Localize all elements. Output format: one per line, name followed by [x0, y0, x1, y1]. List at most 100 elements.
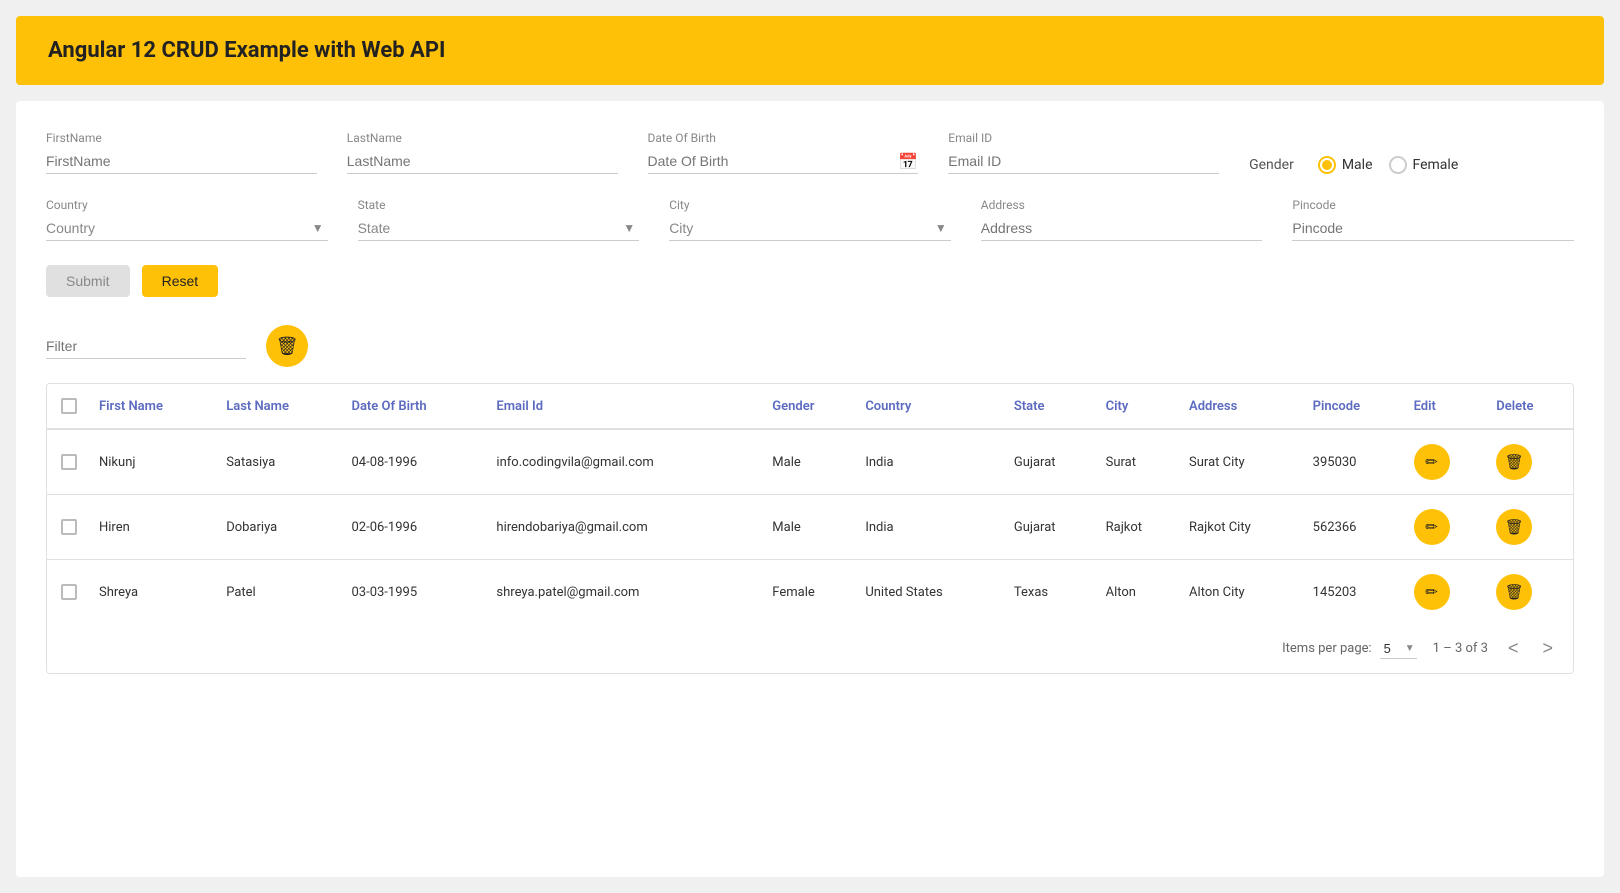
cell-lastname: Dobariya [218, 495, 343, 560]
form-row-1: FirstName LastName Date Of Birth 📅 Email… [46, 131, 1574, 174]
main-content: FirstName LastName Date Of Birth 📅 Email… [16, 101, 1604, 877]
gender-female-option[interactable]: Female [1389, 156, 1459, 174]
table-body: Nikunj Satasiya 04-08-1996 info.codingvi… [47, 429, 1573, 624]
cell-edit: ✏ [1406, 495, 1489, 560]
address-label: Address [981, 198, 1263, 212]
cell-city: Surat [1098, 429, 1181, 495]
cell-country: India [857, 495, 1006, 560]
city-label: City [669, 198, 951, 212]
firstname-label: FirstName [46, 131, 317, 145]
data-table: First Name Last Name Date Of Birth Email… [47, 384, 1573, 624]
gender-female-label: Female [1413, 157, 1459, 173]
cell-dob: 02-06-1996 [343, 495, 488, 560]
col-gender: Gender [764, 384, 857, 429]
row-checkbox-2[interactable] [61, 584, 77, 600]
edit-button-2[interactable]: ✏ [1414, 574, 1450, 610]
cell-address: Alton City [1181, 560, 1305, 625]
filter-input[interactable] [46, 334, 246, 359]
cell-pincode: 145203 [1305, 560, 1406, 625]
data-table-container: First Name Last Name Date Of Birth Email… [46, 383, 1574, 674]
delete-button-1[interactable]: 🗑 [1496, 509, 1532, 545]
country-select[interactable]: Country India United States [46, 216, 328, 240]
filter-row: 🗑 [46, 325, 1574, 367]
lastname-input[interactable] [347, 149, 618, 174]
cell-email: info.codingvila@gmail.com [488, 429, 764, 495]
state-select[interactable]: State Gujarat Texas [358, 216, 640, 240]
cell-state: Gujarat [1006, 495, 1098, 560]
pagination-row: Items per page: 5 10 25 ▼ 1 – 3 of 3 < > [47, 624, 1573, 673]
cell-pincode: 395030 [1305, 429, 1406, 495]
cell-firstname: Nikunj [91, 429, 218, 495]
country-field: Country Country India United States ▼ [46, 198, 328, 241]
prev-page-button[interactable]: < [1504, 636, 1523, 661]
dob-wrapper: 📅 [648, 149, 919, 174]
cell-firstname: Shreya [91, 560, 218, 625]
gender-field: Gender Male Female [1249, 156, 1574, 174]
submit-button[interactable]: Submit [46, 265, 130, 297]
dob-field: Date Of Birth 📅 [648, 131, 919, 174]
calendar-icon: 📅 [898, 152, 918, 171]
city-select[interactable]: City Surat Rajkot Alton [669, 216, 951, 240]
cell-firstname: Hiren [91, 495, 218, 560]
edit-button-0[interactable]: ✏ [1414, 444, 1450, 480]
row-checkbox-0[interactable] [61, 454, 77, 470]
gender-male-label: Male [1342, 157, 1373, 173]
edit-button-1[interactable]: ✏ [1414, 509, 1450, 545]
cell-dob: 04-08-1996 [343, 429, 488, 495]
cell-email: hirendobariya@gmail.com [488, 495, 764, 560]
lastname-label: LastName [347, 131, 618, 145]
firstname-input[interactable] [46, 149, 317, 174]
country-label: Country [46, 198, 328, 212]
header-checkbox-col [47, 384, 91, 429]
select-all-checkbox[interactable] [61, 398, 77, 414]
form-row-2: Country Country India United States ▼ St… [46, 198, 1574, 241]
address-input[interactable] [981, 216, 1263, 241]
cell-gender: Female [764, 560, 857, 625]
city-select-wrapper: City Surat Rajkot Alton ▼ [669, 216, 951, 241]
address-field: Address [981, 198, 1263, 241]
row-checkbox-cell [47, 429, 91, 495]
cell-address: Surat City [1181, 429, 1305, 495]
col-lastname: Last Name [218, 384, 343, 429]
row-checkbox-cell [47, 495, 91, 560]
pincode-input[interactable] [1292, 216, 1574, 241]
table-header: First Name Last Name Date Of Birth Email… [47, 384, 1573, 429]
gender-male-radio[interactable] [1318, 156, 1336, 174]
delete-button-2[interactable]: 🗑 [1496, 574, 1532, 610]
pincode-field: Pincode [1292, 198, 1574, 241]
dob-input[interactable] [648, 149, 899, 173]
cell-delete: 🗑 [1488, 429, 1573, 495]
per-page-select[interactable]: 5 10 25 [1380, 639, 1417, 658]
next-page-button[interactable]: > [1538, 636, 1557, 661]
table-row: Hiren Dobariya 02-06-1996 hirendobariya@… [47, 495, 1573, 560]
cell-delete: 🗑 [1488, 495, 1573, 560]
app-header: Angular 12 CRUD Example with Web API [16, 16, 1604, 85]
row-checkbox-cell [47, 560, 91, 625]
state-label: State [358, 198, 640, 212]
cell-dob: 03-03-1995 [343, 560, 488, 625]
table-row: Nikunj Satasiya 04-08-1996 info.codingvi… [47, 429, 1573, 495]
delete-fab-icon: 🗑 [276, 336, 299, 357]
delete-button-0[interactable]: 🗑 [1496, 444, 1532, 480]
page-info: 1 – 3 of 3 [1433, 641, 1488, 656]
bulk-delete-button[interactable]: 🗑 [266, 325, 308, 367]
cell-country: United States [857, 560, 1006, 625]
firstname-field: FirstName [46, 131, 317, 174]
cell-edit: ✏ [1406, 560, 1489, 625]
app-title: Angular 12 CRUD Example with Web API [48, 38, 445, 63]
cell-country: India [857, 429, 1006, 495]
row-checkbox-1[interactable] [61, 519, 77, 535]
reset-button[interactable]: Reset [142, 265, 219, 297]
dob-label: Date Of Birth [648, 131, 919, 145]
col-city: City [1098, 384, 1181, 429]
gender-male-option[interactable]: Male [1318, 156, 1373, 174]
email-field: Email ID [948, 131, 1219, 174]
form-buttons: Submit Reset [46, 265, 1574, 297]
email-input[interactable] [948, 149, 1219, 174]
state-select-wrapper: State Gujarat Texas ▼ [358, 216, 640, 241]
cell-address: Rajkot City [1181, 495, 1305, 560]
col-edit: Edit [1406, 384, 1489, 429]
cell-lastname: Satasiya [218, 429, 343, 495]
gender-female-radio[interactable] [1389, 156, 1407, 174]
col-firstname: First Name [91, 384, 218, 429]
